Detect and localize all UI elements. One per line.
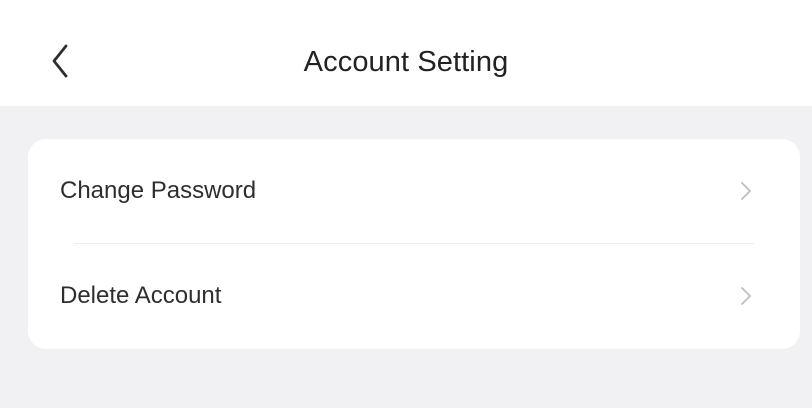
change-password-row[interactable]: Change Password — [28, 139, 800, 243]
change-password-label: Change Password — [60, 177, 257, 204]
settings-content: Change Password Delete Account — [0, 106, 812, 408]
delete-account-row[interactable]: Delete Account — [28, 244, 800, 348]
settings-card: Change Password Delete Account — [28, 139, 800, 349]
account-setting-screen: Account Setting Change Password Delete A… — [0, 0, 812, 408]
header: Account Setting — [0, 0, 812, 106]
page-title: Account Setting — [303, 46, 509, 78]
chevron-right-icon — [741, 182, 751, 200]
delete-account-label: Delete Account — [60, 282, 222, 309]
chevron-right-icon — [741, 287, 751, 305]
